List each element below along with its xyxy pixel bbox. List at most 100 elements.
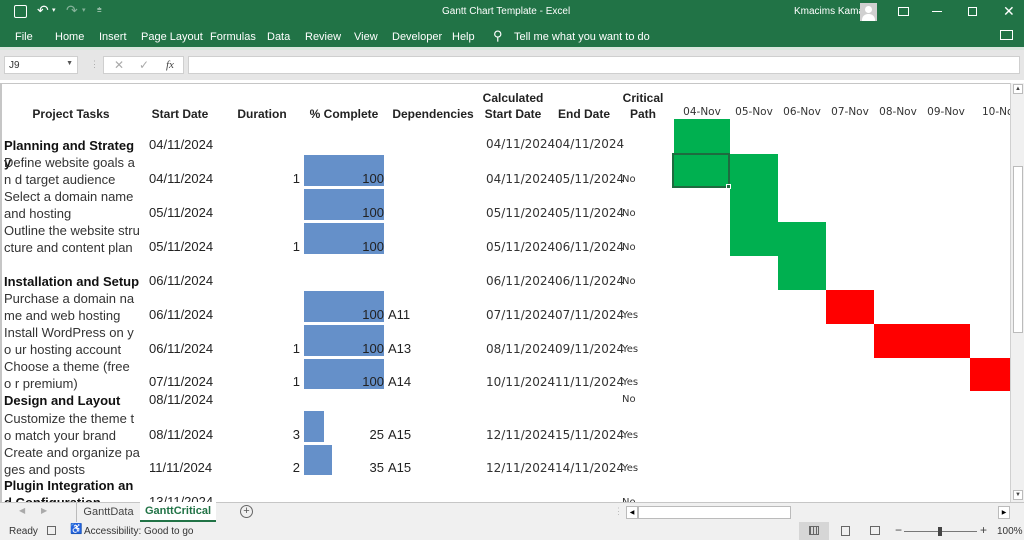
task-name[interactable]: Create and organize pa ges and posts (4, 444, 140, 478)
task-name[interactable]: Outline the website stru cture and conte… (4, 222, 140, 256)
add-sheet-icon[interactable]: + (240, 505, 253, 518)
critical-path[interactable]: No (622, 174, 636, 185)
page-break-preview-icon[interactable] (870, 526, 880, 535)
duration[interactable]: 1 (242, 374, 300, 389)
start-date[interactable]: 04/11/2024 (149, 171, 213, 186)
start-date[interactable]: 11/11/2024 (149, 460, 212, 475)
calculated-start-date[interactable]: 05/11/2024 (486, 206, 555, 220)
critical-path[interactable]: No (622, 394, 636, 405)
restore-icon[interactable] (968, 7, 977, 16)
worksheet-grid[interactable]: Project Tasks Start Date Duration % Comp… (0, 83, 1010, 502)
vertical-scrollbar[interactable]: ▲ ▼ (1010, 83, 1024, 503)
autosave-icon[interactable] (14, 5, 27, 18)
end-date[interactable]: 11/11/2024 (555, 375, 624, 389)
chevron-down-icon[interactable]: ▼ (66, 60, 73, 67)
tab-file[interactable]: File (15, 31, 33, 43)
insert-function-icon[interactable]: fx (166, 59, 174, 71)
percent-complete[interactable]: 100 (304, 374, 384, 389)
percent-complete[interactable]: 35 (304, 460, 384, 475)
tab-review[interactable]: Review (305, 31, 341, 43)
percent-complete[interactable]: 100 (304, 239, 384, 254)
start-date[interactable]: 06/11/2024 (149, 341, 213, 356)
zoom-out-button[interactable]: − (895, 523, 902, 537)
formula-input[interactable] (188, 56, 1020, 74)
scroll-down-icon[interactable]: ▼ (1013, 490, 1023, 500)
scroll-left-icon[interactable]: ◀ (626, 506, 638, 519)
tell-me-search[interactable]: Tell me what you want to do (514, 31, 650, 43)
avatar[interactable] (860, 3, 877, 21)
dependency[interactable]: A11 (388, 307, 410, 322)
sheet-tab-ganttcritical[interactable]: GanttCritical (140, 502, 216, 522)
accessibility-icon[interactable]: ♿ (70, 524, 82, 535)
comments-icon[interactable] (1000, 30, 1013, 40)
zoom-level[interactable]: 100% (997, 526, 1023, 537)
end-date[interactable]: 06/11/2024 (555, 274, 624, 288)
end-date[interactable]: 07/11/2024 (555, 308, 624, 322)
end-date[interactable]: 09/11/2024 (555, 342, 624, 356)
duration[interactable]: 1 (242, 341, 300, 356)
end-date[interactable]: 05/11/2024 (555, 172, 624, 186)
start-date[interactable]: 08/11/2024 (149, 427, 213, 442)
lightbulb-icon[interactable]: ⚲ (493, 28, 503, 44)
start-date[interactable]: 08/11/2024 (149, 392, 213, 407)
start-date[interactable]: 04/11/2024 (149, 137, 213, 152)
task-name[interactable]: Purchase a domain na me and web hosting (4, 290, 140, 324)
scroll-right-icon[interactable]: ▶ (998, 506, 1010, 519)
critical-path[interactable]: No (622, 208, 636, 219)
duration[interactable]: 3 (242, 427, 300, 442)
critical-path[interactable]: Yes (622, 463, 638, 474)
tabs-splitter[interactable]: ⋮ (614, 506, 623, 517)
dependency[interactable]: A13 (388, 341, 411, 356)
start-date[interactable]: 05/11/2024 (149, 205, 213, 220)
calculated-start-date[interactable]: 08/11/2024 (486, 342, 555, 356)
end-date[interactable]: 14/11/2024 (555, 461, 624, 475)
percent-complete[interactable]: 100 (304, 307, 384, 322)
horizontal-scrollbar[interactable]: ◀ ▶ (626, 506, 1010, 520)
close-icon[interactable]: ✕ (1003, 3, 1015, 20)
ribbon-display-options-icon[interactable] (898, 7, 909, 16)
tab-insert[interactable]: Insert (99, 31, 127, 43)
calculated-start-date[interactable]: 05/11/2024 (486, 240, 555, 254)
tab-help[interactable]: Help (452, 31, 475, 43)
duration[interactable]: 1 (242, 171, 300, 186)
enter-icon[interactable]: ✓ (139, 58, 149, 72)
task-name[interactable]: Design and Layout (4, 392, 140, 409)
start-date[interactable]: 07/11/2024 (149, 374, 213, 389)
redo-icon[interactable]: ↷ (66, 2, 78, 19)
critical-path[interactable]: Yes (622, 377, 638, 388)
redo-dropdown-icon[interactable]: ▾ (82, 6, 86, 14)
start-date[interactable]: 06/11/2024 (149, 273, 213, 288)
end-date[interactable]: 04/11/2024 (555, 137, 624, 151)
dependency[interactable]: A15 (388, 460, 411, 475)
critical-path[interactable]: No (622, 242, 636, 253)
selected-cell[interactable] (672, 153, 730, 188)
dependency[interactable]: A15 (388, 427, 411, 442)
calculated-start-date[interactable]: 07/11/2024 (486, 308, 555, 322)
calculated-start-date[interactable]: 04/11/2024 (486, 172, 555, 186)
vertical-scroll-thumb[interactable] (1013, 166, 1023, 333)
dependency[interactable]: A14 (388, 374, 411, 389)
task-name[interactable]: Customize the theme to match your brand (4, 410, 140, 444)
zoom-slider-thumb[interactable] (938, 527, 942, 536)
macro-recording-icon[interactable] (47, 526, 56, 535)
zoom-in-button[interactable]: + (980, 523, 987, 537)
tab-home[interactable]: Home (55, 31, 84, 43)
scroll-tabs-left-icon[interactable]: ◀ (19, 506, 25, 515)
sheet-tab-ganttdata[interactable]: GanttData (76, 503, 140, 522)
start-date[interactable]: 13/11/2024 (149, 494, 213, 502)
tab-formulas[interactable]: Formulas (210, 31, 256, 43)
calculated-start-date[interactable]: 10/11/2024 (486, 375, 555, 389)
task-name[interactable]: Install WordPress on yo ur hosting accou… (4, 324, 140, 358)
accessibility-status[interactable]: Accessibility: Good to go (84, 526, 194, 537)
name-box[interactable]: J9 ▼ (4, 56, 78, 74)
start-date[interactable]: 06/11/2024 (149, 307, 213, 322)
percent-complete[interactable]: 100 (304, 205, 384, 220)
duration[interactable]: 1 (242, 239, 300, 254)
calculated-start-date[interactable]: 12/11/2024 (486, 428, 555, 442)
start-date[interactable]: 05/11/2024 (149, 239, 213, 254)
scroll-tabs-right-icon[interactable]: ▶ (41, 506, 47, 515)
scroll-up-icon[interactable]: ▲ (1013, 84, 1023, 94)
task-name[interactable]: Choose a theme (free o r premium) (4, 358, 140, 392)
fill-handle[interactable] (726, 184, 731, 189)
tab-data[interactable]: Data (267, 31, 290, 43)
